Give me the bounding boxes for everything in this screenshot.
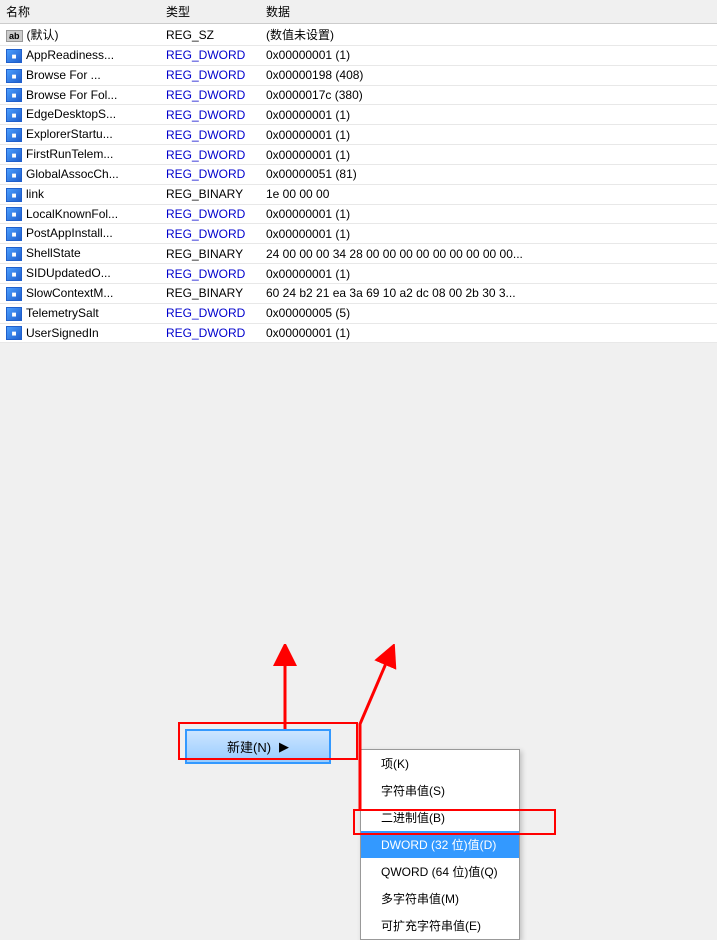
cell-data: 0x00000001 (1)	[260, 204, 717, 224]
reg-icon: ■	[6, 307, 22, 321]
cell-type: REG_DWORD	[160, 46, 260, 66]
cell-name: ■LocalKnownFol...	[0, 204, 160, 224]
cell-name: ■Browse For Fol...	[0, 85, 160, 105]
reg-icon: ■	[6, 326, 22, 340]
table-row[interactable]: ■TelemetrySaltREG_DWORD0x00000005 (5)	[0, 303, 717, 323]
reg-icon: ■	[6, 88, 22, 102]
cell-name: ■TelemetrySalt	[0, 303, 160, 323]
cell-type: REG_DWORD	[160, 303, 260, 323]
cell-type: REG_DWORD	[160, 264, 260, 284]
table-row[interactable]: ■GlobalAssocCh...REG_DWORD0x00000051 (81…	[0, 164, 717, 184]
cell-name: ■PostAppInstall...	[0, 224, 160, 244]
table-row[interactable]: ■ShellStateREG_BINARY24 00 00 00 34 28 0…	[0, 244, 717, 264]
cell-name: ■AppReadiness...	[0, 46, 160, 66]
ab-icon: ab	[6, 30, 23, 42]
table-row[interactable]: ■LocalKnownFol...REG_DWORD0x00000001 (1)	[0, 204, 717, 224]
cell-data: 0x00000001 (1)	[260, 105, 717, 125]
reg-icon: ■	[6, 267, 22, 281]
submenu-item-dword[interactable]: DWORD (32 位)值(D)	[361, 831, 519, 858]
cell-name: ■ShellState	[0, 244, 160, 264]
table-row[interactable]: ■ExplorerStartu...REG_DWORD0x00000001 (1…	[0, 125, 717, 145]
cell-data: 60 24 b2 21 ea 3a 69 10 a2 dc 08 00 2b 3…	[260, 283, 717, 303]
cell-data: 0x00000001 (1)	[260, 46, 717, 66]
cell-type: REG_SZ	[160, 24, 260, 46]
cell-data: 0x00000001 (1)	[260, 224, 717, 244]
new-button-arrow: ▶	[279, 739, 289, 755]
cell-data: 0x00000198 (408)	[260, 65, 717, 85]
table-row[interactable]: ■EdgeDesktopS...REG_DWORD0x00000001 (1)	[0, 105, 717, 125]
reg-icon: ■	[6, 108, 22, 122]
table-row[interactable]: ■SIDUpdatedO...REG_DWORD0x00000001 (1)	[0, 264, 717, 284]
cell-type: REG_DWORD	[160, 125, 260, 145]
cell-data: 1e 00 00 00	[260, 184, 717, 204]
cell-data: 0x00000001 (1)	[260, 323, 717, 343]
cell-type: REG_BINARY	[160, 283, 260, 303]
bottom-area: 新建(N) ▶ 项(K) 字符串值(S) 二进制值(B) DWORD (32 位…	[0, 354, 717, 674]
col-data: 数据	[260, 0, 717, 24]
col-type: 类型	[160, 0, 260, 24]
cell-type: REG_DWORD	[160, 224, 260, 244]
cell-name: ■ExplorerStartu...	[0, 125, 160, 145]
cell-data: 0x00000001 (1)	[260, 145, 717, 165]
table-row[interactable]: ■FirstRunTelem...REG_DWORD0x00000001 (1)	[0, 145, 717, 165]
cell-data: 0x0000017c (380)	[260, 85, 717, 105]
cell-type: REG_BINARY	[160, 184, 260, 204]
cell-name: ■FirstRunTelem...	[0, 145, 160, 165]
table-row[interactable]: ■Browse For ...REG_DWORD0x00000198 (408)	[0, 65, 717, 85]
cell-data: 24 00 00 00 34 28 00 00 00 00 00 00 00 0…	[260, 244, 717, 264]
cell-type: REG_BINARY	[160, 244, 260, 264]
cell-type: REG_DWORD	[160, 85, 260, 105]
submenu-item-qword[interactable]: QWORD (64 位)值(Q)	[361, 858, 519, 885]
reg-icon: ■	[6, 49, 22, 63]
reg-icon: ■	[6, 168, 22, 182]
table-row[interactable]: ab(默认)REG_SZ(数值未设置)	[0, 24, 717, 46]
cell-type: REG_DWORD	[160, 145, 260, 165]
new-button-label: 新建(N)	[227, 737, 271, 756]
reg-icon: ■	[6, 148, 22, 162]
cell-data: (数值未设置)	[260, 24, 717, 46]
submenu-item-multistring[interactable]: 多字符串值(M)	[361, 885, 519, 912]
cell-data: 0x00000051 (81)	[260, 164, 717, 184]
cell-type: REG_DWORD	[160, 323, 260, 343]
cell-name: ■Browse For ...	[0, 65, 160, 85]
reg-icon: ■	[6, 287, 22, 301]
reg-icon: ■	[6, 207, 22, 221]
cell-type: REG_DWORD	[160, 105, 260, 125]
cell-name: ■SIDUpdatedO...	[0, 264, 160, 284]
cell-name: ab(默认)	[0, 24, 160, 46]
cell-data: 0x00000005 (5)	[260, 303, 717, 323]
cell-name: ■link	[0, 184, 160, 204]
cell-type: REG_DWORD	[160, 164, 260, 184]
cell-type: REG_DWORD	[160, 65, 260, 85]
table-row[interactable]: ■SlowContextM...REG_BINARY60 24 b2 21 ea…	[0, 283, 717, 303]
cell-name: ■EdgeDesktopS...	[0, 105, 160, 125]
cell-name: ■GlobalAssocCh...	[0, 164, 160, 184]
reg-icon: ■	[6, 247, 22, 261]
cell-name: ■SlowContextM...	[0, 283, 160, 303]
cell-data: 0x00000001 (1)	[260, 125, 717, 145]
registry-panel: 名称 类型 数据 ab(默认)REG_SZ(数值未设置)■AppReadines…	[0, 0, 717, 343]
submenu-item-expandstring[interactable]: 可扩充字符串值(E)	[361, 912, 519, 939]
table-row[interactable]: ■linkREG_BINARY1e 00 00 00	[0, 184, 717, 204]
reg-icon: ■	[6, 227, 22, 241]
arrow-to-dword	[300, 644, 420, 814]
cell-type: REG_DWORD	[160, 204, 260, 224]
reg-icon: ■	[6, 128, 22, 142]
table-row[interactable]: ■UserSignedInREG_DWORD0x00000001 (1)	[0, 323, 717, 343]
registry-table: 名称 类型 数据 ab(默认)REG_SZ(数值未设置)■AppReadines…	[0, 0, 717, 343]
reg-icon: ■	[6, 188, 22, 202]
col-name: 名称	[0, 0, 160, 24]
table-row[interactable]: ■AppReadiness...REG_DWORD0x00000001 (1)	[0, 46, 717, 66]
cell-name: ■UserSignedIn	[0, 323, 160, 343]
cell-data: 0x00000001 (1)	[260, 264, 717, 284]
reg-icon: ■	[6, 69, 22, 83]
table-row[interactable]: ■Browse For Fol...REG_DWORD0x0000017c (3…	[0, 85, 717, 105]
table-row[interactable]: ■PostAppInstall...REG_DWORD0x00000001 (1…	[0, 224, 717, 244]
